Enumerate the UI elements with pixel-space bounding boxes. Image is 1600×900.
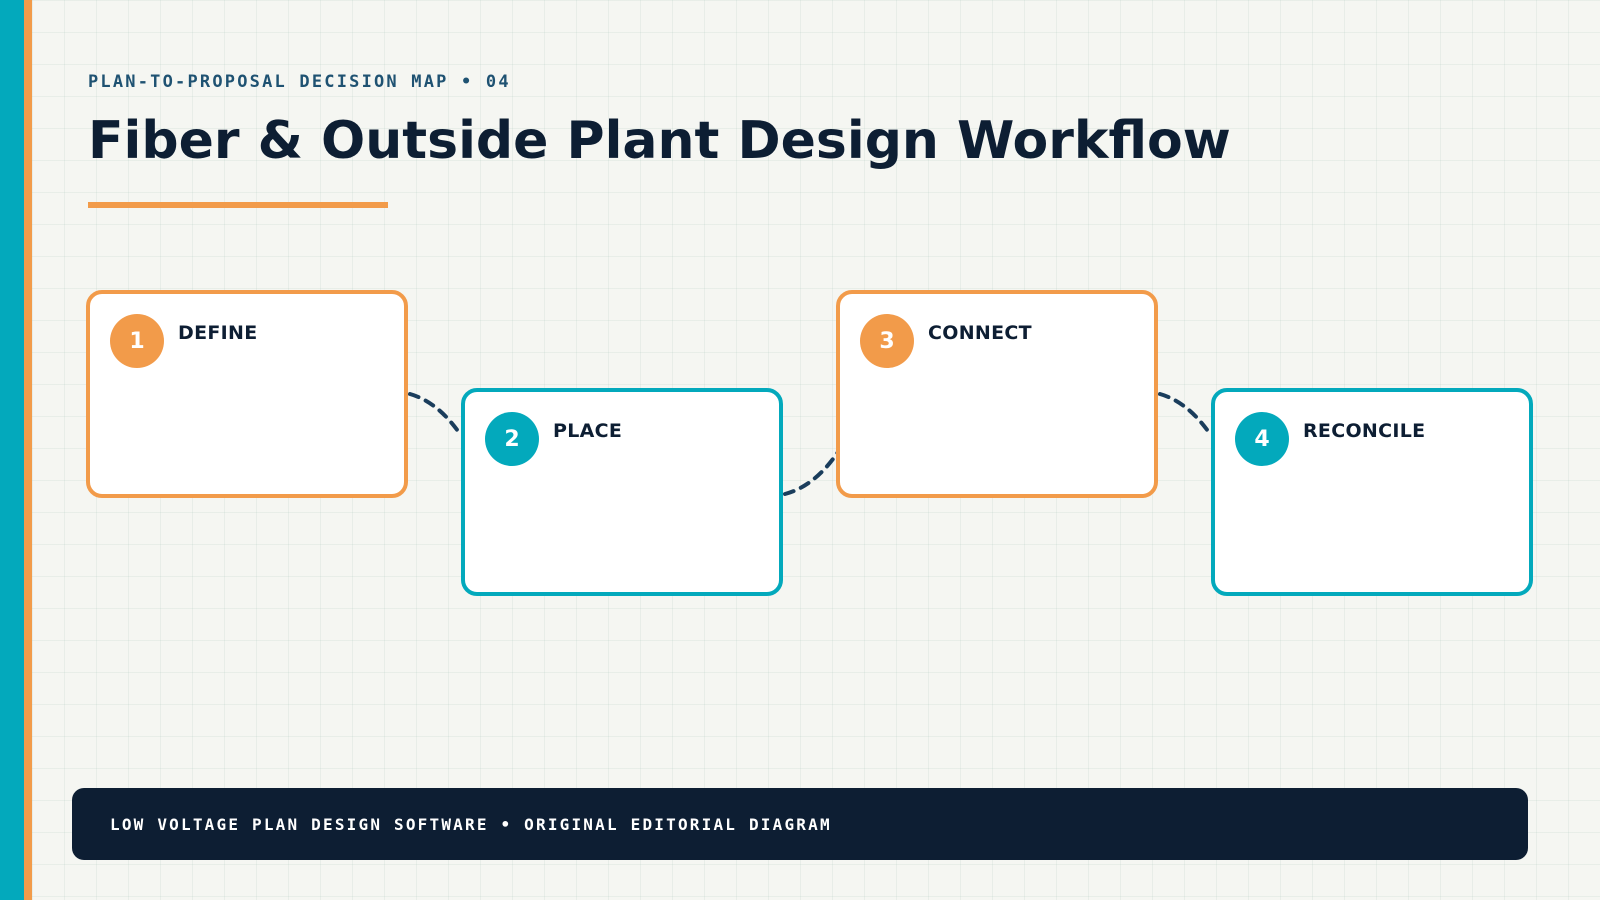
step-label: CONNECT: [928, 322, 1032, 344]
step-number-badge: 2: [485, 412, 539, 466]
step-card-connect: 3 CONNECT: [836, 290, 1158, 498]
step-number-badge: 1: [110, 314, 164, 368]
step-number-badge: 4: [1235, 412, 1289, 466]
footer-bar: LOW VOLTAGE PLAN DESIGN SOFTWARE • ORIGI…: [72, 788, 1528, 860]
connector-2-3: [783, 450, 840, 496]
step-label: DEFINE: [178, 322, 258, 344]
step-card-place: 2 PLACE: [461, 388, 783, 596]
connector-1-2: [408, 392, 462, 436]
footer-text: LOW VOLTAGE PLAN DESIGN SOFTWARE • ORIGI…: [110, 814, 832, 834]
step-number-badge: 3: [860, 314, 914, 368]
step-card-define: 1 DEFINE: [86, 290, 408, 498]
connector-3-4: [1158, 392, 1212, 436]
step-label: RECONCILE: [1303, 420, 1426, 442]
step-label: PLACE: [553, 420, 623, 442]
step-card-reconcile: 4 RECONCILE: [1211, 388, 1533, 596]
